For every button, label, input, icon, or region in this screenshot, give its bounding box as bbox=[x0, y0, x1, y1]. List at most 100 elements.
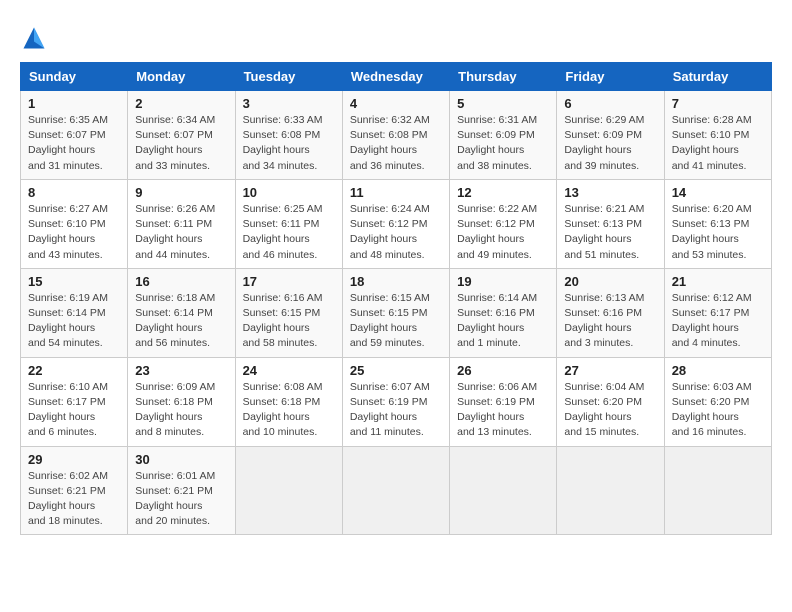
day-info: Sunrise: 6:07 AMSunset: 6:19 PMDaylight … bbox=[350, 380, 442, 441]
day-info: Sunrise: 6:04 AMSunset: 6:20 PMDaylight … bbox=[564, 380, 656, 441]
day-number: 27 bbox=[564, 363, 656, 378]
day-number: 24 bbox=[243, 363, 335, 378]
calendar-cell: 25 Sunrise: 6:07 AMSunset: 6:19 PMDayligh… bbox=[342, 357, 449, 446]
day-info: Sunrise: 6:03 AMSunset: 6:20 PMDaylight … bbox=[672, 380, 764, 441]
calendar-cell: 15 Sunrise: 6:19 AMSunset: 6:14 PMDayligh… bbox=[21, 268, 128, 357]
calendar-header-row: SundayMondayTuesdayWednesdayThursdayFrid… bbox=[21, 63, 772, 91]
weekday-header: Tuesday bbox=[235, 63, 342, 91]
calendar-cell: 18 Sunrise: 6:15 AMSunset: 6:15 PMDayligh… bbox=[342, 268, 449, 357]
calendar-cell: 11 Sunrise: 6:24 AMSunset: 6:12 PMDayligh… bbox=[342, 179, 449, 268]
weekday-header: Sunday bbox=[21, 63, 128, 91]
day-number: 17 bbox=[243, 274, 335, 289]
calendar-cell: 1Sunrise: 6:35 AMSunset: 6:07 PMDaylight… bbox=[21, 91, 128, 180]
calendar-cell: 27 Sunrise: 6:04 AMSunset: 6:20 PMDayligh… bbox=[557, 357, 664, 446]
calendar-cell: 10 Sunrise: 6:25 AMSunset: 6:11 PMDayligh… bbox=[235, 179, 342, 268]
day-number: 11 bbox=[350, 185, 442, 200]
day-number: 26 bbox=[457, 363, 549, 378]
day-info: Sunrise: 6:34 AMSunset: 6:07 PMDaylight … bbox=[135, 113, 227, 174]
day-info: Sunrise: 6:19 AMSunset: 6:14 PMDaylight … bbox=[28, 291, 120, 352]
calendar-cell: 19 Sunrise: 6:14 AMSunset: 6:16 PMDayligh… bbox=[450, 268, 557, 357]
day-info: Sunrise: 6:18 AMSunset: 6:14 PMDaylight … bbox=[135, 291, 227, 352]
calendar-cell: 5 Sunrise: 6:31 AMSunset: 6:09 PMDaylight… bbox=[450, 91, 557, 180]
calendar-week-row: 29 Sunrise: 6:02 AMSunset: 6:21 PMDayligh… bbox=[21, 446, 772, 535]
calendar-week-row: 1Sunrise: 6:35 AMSunset: 6:07 PMDaylight… bbox=[21, 91, 772, 180]
calendar-cell: 3 Sunrise: 6:33 AMSunset: 6:08 PMDaylight… bbox=[235, 91, 342, 180]
day-number: 13 bbox=[564, 185, 656, 200]
calendar-cell: 26 Sunrise: 6:06 AMSunset: 6:19 PMDayligh… bbox=[450, 357, 557, 446]
day-info: Sunrise: 6:01 AMSunset: 6:21 PMDaylight … bbox=[135, 469, 227, 530]
calendar-cell: 7 Sunrise: 6:28 AMSunset: 6:10 PMDaylight… bbox=[664, 91, 771, 180]
day-number: 6 bbox=[564, 96, 656, 111]
day-number: 25 bbox=[350, 363, 442, 378]
logo bbox=[20, 24, 52, 52]
calendar-cell: 30 Sunrise: 6:01 AMSunset: 6:21 PMDayligh… bbox=[128, 446, 235, 535]
day-number: 10 bbox=[243, 185, 335, 200]
calendar-cell bbox=[450, 446, 557, 535]
day-info: Sunrise: 6:14 AMSunset: 6:16 PMDaylight … bbox=[457, 291, 549, 352]
weekday-header: Monday bbox=[128, 63, 235, 91]
calendar-week-row: 8Sunrise: 6:27 AMSunset: 6:10 PMDaylight… bbox=[21, 179, 772, 268]
weekday-header: Wednesday bbox=[342, 63, 449, 91]
calendar-week-row: 15 Sunrise: 6:19 AMSunset: 6:14 PMDayligh… bbox=[21, 268, 772, 357]
day-info: Sunrise: 6:35 AMSunset: 6:07 PMDaylight … bbox=[28, 113, 120, 174]
calendar-cell: 21 Sunrise: 6:12 AMSunset: 6:17 PMDayligh… bbox=[664, 268, 771, 357]
calendar-cell: 4 Sunrise: 6:32 AMSunset: 6:08 PMDaylight… bbox=[342, 91, 449, 180]
day-number: 9 bbox=[135, 185, 227, 200]
day-number: 15 bbox=[28, 274, 120, 289]
day-info: Sunrise: 6:31 AMSunset: 6:09 PMDaylight … bbox=[457, 113, 549, 174]
calendar-cell: 20Sunrise: 6:13 AMSunset: 6:16 PMDayligh… bbox=[557, 268, 664, 357]
day-number: 4 bbox=[350, 96, 442, 111]
calendar-cell: 16 Sunrise: 6:18 AMSunset: 6:14 PMDayligh… bbox=[128, 268, 235, 357]
day-info: Sunrise: 6:33 AMSunset: 6:08 PMDaylight … bbox=[243, 113, 335, 174]
calendar-cell bbox=[664, 446, 771, 535]
calendar-cell bbox=[557, 446, 664, 535]
day-number: 28 bbox=[672, 363, 764, 378]
day-number: 23 bbox=[135, 363, 227, 378]
calendar-cell: 22Sunrise: 6:10 AMSunset: 6:17 PMDayligh… bbox=[21, 357, 128, 446]
day-info: Sunrise: 6:26 AMSunset: 6:11 PMDaylight … bbox=[135, 202, 227, 263]
day-info: Sunrise: 6:24 AMSunset: 6:12 PMDaylight … bbox=[350, 202, 442, 263]
calendar-cell bbox=[342, 446, 449, 535]
day-number: 7 bbox=[672, 96, 764, 111]
day-number: 22 bbox=[28, 363, 120, 378]
page-header bbox=[20, 20, 772, 52]
day-info: Sunrise: 6:12 AMSunset: 6:17 PMDaylight … bbox=[672, 291, 764, 352]
calendar-cell: 17 Sunrise: 6:16 AMSunset: 6:15 PMDayligh… bbox=[235, 268, 342, 357]
calendar-cell: 6 Sunrise: 6:29 AMSunset: 6:09 PMDaylight… bbox=[557, 91, 664, 180]
calendar-cell: 24 Sunrise: 6:08 AMSunset: 6:18 PMDayligh… bbox=[235, 357, 342, 446]
day-number: 5 bbox=[457, 96, 549, 111]
weekday-header: Friday bbox=[557, 63, 664, 91]
day-number: 21 bbox=[672, 274, 764, 289]
calendar-cell: 13Sunrise: 6:21 AMSunset: 6:13 PMDayligh… bbox=[557, 179, 664, 268]
weekday-header: Saturday bbox=[664, 63, 771, 91]
weekday-header: Thursday bbox=[450, 63, 557, 91]
calendar-cell: 28 Sunrise: 6:03 AMSunset: 6:20 PMDayligh… bbox=[664, 357, 771, 446]
day-number: 19 bbox=[457, 274, 549, 289]
day-info: Sunrise: 6:32 AMSunset: 6:08 PMDaylight … bbox=[350, 113, 442, 174]
day-number: 2 bbox=[135, 96, 227, 111]
day-info: Sunrise: 6:16 AMSunset: 6:15 PMDaylight … bbox=[243, 291, 335, 352]
day-info: Sunrise: 6:06 AMSunset: 6:19 PMDaylight … bbox=[457, 380, 549, 441]
calendar-cell: 2 Sunrise: 6:34 AMSunset: 6:07 PMDaylight… bbox=[128, 91, 235, 180]
calendar-cell: 29 Sunrise: 6:02 AMSunset: 6:21 PMDayligh… bbox=[21, 446, 128, 535]
day-number: 18 bbox=[350, 274, 442, 289]
day-info: Sunrise: 6:15 AMSunset: 6:15 PMDaylight … bbox=[350, 291, 442, 352]
day-info: Sunrise: 6:25 AMSunset: 6:11 PMDaylight … bbox=[243, 202, 335, 263]
day-info: Sunrise: 6:29 AMSunset: 6:09 PMDaylight … bbox=[564, 113, 656, 174]
day-number: 16 bbox=[135, 274, 227, 289]
day-info: Sunrise: 6:13 AMSunset: 6:16 PMDaylight … bbox=[564, 291, 656, 352]
calendar-cell: 23 Sunrise: 6:09 AMSunset: 6:18 PMDayligh… bbox=[128, 357, 235, 446]
calendar-table: SundayMondayTuesdayWednesdayThursdayFrid… bbox=[20, 62, 772, 535]
day-info: Sunrise: 6:20 AMSunset: 6:13 PMDaylight … bbox=[672, 202, 764, 263]
day-number: 3 bbox=[243, 96, 335, 111]
day-info: Sunrise: 6:02 AMSunset: 6:21 PMDaylight … bbox=[28, 469, 120, 530]
day-info: Sunrise: 6:22 AMSunset: 6:12 PMDaylight … bbox=[457, 202, 549, 263]
logo-icon bbox=[20, 24, 48, 52]
calendar-cell: 14Sunrise: 6:20 AMSunset: 6:13 PMDayligh… bbox=[664, 179, 771, 268]
day-number: 29 bbox=[28, 452, 120, 467]
day-number: 30 bbox=[135, 452, 227, 467]
day-info: Sunrise: 6:09 AMSunset: 6:18 PMDaylight … bbox=[135, 380, 227, 441]
day-info: Sunrise: 6:08 AMSunset: 6:18 PMDaylight … bbox=[243, 380, 335, 441]
calendar-cell bbox=[235, 446, 342, 535]
day-info: Sunrise: 6:28 AMSunset: 6:10 PMDaylight … bbox=[672, 113, 764, 174]
